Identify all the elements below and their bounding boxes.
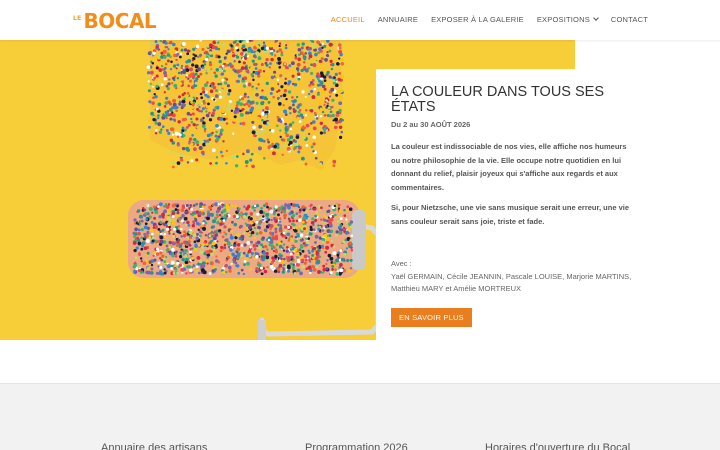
site-footer: Annuaire des artisans Programmation 2026… <box>0 383 720 450</box>
exhibition-title: LA COULEUR DANS TOUS SES ÉTATS <box>391 84 605 115</box>
exhibition-dates: Du 2 au 30 AOÛT 2026 <box>391 120 471 129</box>
nav-item-annuaire[interactable]: ANNUAIRE <box>378 15 418 24</box>
nav-item-expositions-label: EXPOSITIONS <box>536 15 590 24</box>
exhibition-card: LA COULEUR DANS TOUS SES ÉTATS Du 2 au 3… <box>376 69 720 340</box>
artists-list: Yaël GERMAIN, Cécile JEANNIN, Pascale LO… <box>391 271 632 294</box>
read-more-button[interactable]: EN SAVOIR PLUS <box>391 307 472 327</box>
site-logo[interactable]: LE BOCAL <box>73 9 157 33</box>
main-nav: ACCUEIL ANNUAIRE EXPOSER À LA GALERIE EX… <box>331 15 648 24</box>
footer-heading-horaires: Horaires d'ouverture du Bocal <box>485 442 631 450</box>
nav-item-expositions[interactable]: EXPOSITIONS <box>536 15 599 24</box>
artists-label: Avec : <box>391 259 412 268</box>
logo-prefix: LE <box>73 15 82 22</box>
exhibition-description: La couleur est indissociable de nos vies… <box>391 142 627 192</box>
exhibition-quote: Si, pour Nietzsche, une vie sans musique… <box>391 203 630 226</box>
nav-item-accueil[interactable]: ACCUEIL <box>331 15 365 24</box>
logo-wordmark: BOCAL <box>83 9 157 33</box>
nav-item-contact[interactable]: CONTACT <box>611 15 648 24</box>
site-header: LE BOCAL ACCUEIL ANNUAIRE EXPOSER À LA G… <box>0 0 720 40</box>
footer-heading-annuaire: Annuaire des artisans <box>101 442 208 450</box>
chevron-down-icon <box>593 15 599 21</box>
nav-item-exposer[interactable]: EXPOSER À LA GALERIE <box>431 15 524 24</box>
footer-heading-programmation: Programmation 2026 <box>305 442 408 450</box>
exhibition-artists: Avec : Yaël GERMAIN, Cécile JEANNIN, Pas… <box>391 258 634 296</box>
